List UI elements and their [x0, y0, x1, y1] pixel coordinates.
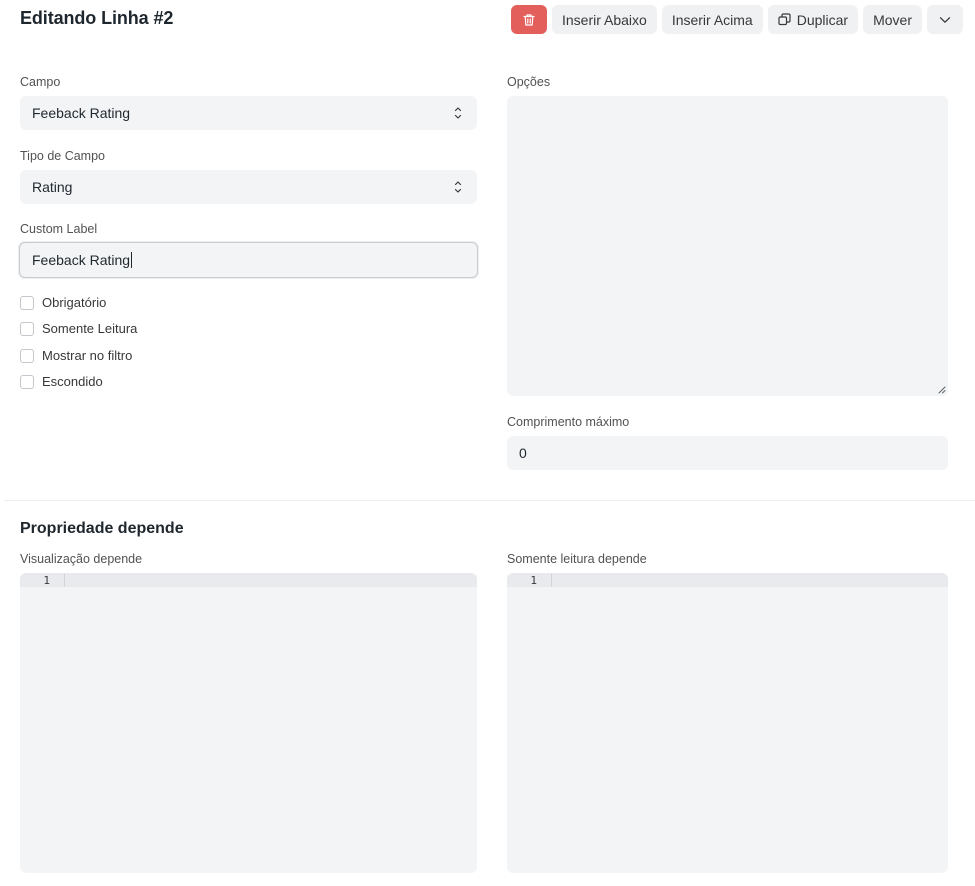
duplicate-label: Duplicar [796, 11, 849, 28]
custom-label-value: Feeback Rating [32, 252, 131, 268]
checkbox-box[interactable] [20, 321, 34, 336]
copy-icon [778, 13, 791, 26]
checkbox-label: Mostrar no filtro [42, 348, 133, 363]
checkbox-mostrar-no-filtro[interactable]: Mostrar no filtro [20, 348, 132, 363]
checkbox-box[interactable] [20, 374, 34, 389]
line-number: 1 [43, 574, 50, 587]
duplicate-button[interactable]: Duplicar [767, 5, 859, 34]
checkbox-label: Obrigatório [42, 295, 107, 310]
page-header: Editando Linha #2 Inserir Abaixo Inserir… [0, 0, 975, 40]
insert-above-button[interactable]: Inserir Acima [661, 5, 763, 34]
chevron-down-icon [939, 16, 951, 23]
visualizacao-depende-editor[interactable]: 1 [20, 573, 477, 873]
comprimento-maximo-value: 0 [519, 445, 527, 461]
tipo-campo-label: Tipo de Campo [20, 149, 105, 163]
delete-row-button[interactable] [510, 5, 547, 34]
campo-value: Feeback Rating [32, 105, 131, 121]
gutter-divider [551, 574, 552, 587]
trash-icon [523, 13, 535, 26]
section-title: Propriedade depende [20, 520, 184, 537]
opcoes-label: Opções [507, 75, 551, 89]
tipo-campo-value: Rating [32, 179, 73, 195]
custom-label-input[interactable]: Feeback Rating [19, 242, 478, 278]
checkbox-label: Somente Leitura [42, 321, 138, 336]
checkbox-escondido[interactable]: Escondido [20, 374, 103, 389]
campo-select[interactable]: Feeback Rating [20, 96, 477, 130]
chevron-updown-icon [454, 107, 462, 119]
checkbox-somente-leitura[interactable]: Somente Leitura [20, 321, 137, 336]
comprimento-maximo-label: Comprimento máximo [507, 415, 630, 429]
resize-handle-icon[interactable] [938, 386, 946, 394]
move-button[interactable]: Mover [863, 5, 922, 34]
more-actions-button[interactable] [927, 5, 963, 34]
checkbox-obrigatorio[interactable]: Obrigatório [20, 295, 106, 310]
somente-leitura-depende-editor[interactable]: 1 [507, 573, 948, 873]
section-divider [4, 500, 975, 501]
visualizacao-depende-label: Visualização depende [20, 552, 143, 566]
tipo-campo-select[interactable]: Rating [20, 170, 477, 204]
comprimento-maximo-input[interactable]: 0 [507, 436, 948, 470]
gutter-divider [64, 574, 65, 587]
page-title: Editando Linha #2 [20, 8, 174, 28]
checkbox-label: Escondido [42, 374, 103, 389]
active-line-highlight [20, 573, 477, 587]
active-line-highlight [507, 573, 948, 587]
insert-below-button[interactable]: Inserir Abaixo [551, 5, 657, 34]
opcoes-textarea[interactable] [507, 96, 948, 396]
row-toolbar: Inserir Abaixo Inserir Acima Duplicar Mo… [510, 5, 963, 34]
text-caret [131, 252, 133, 268]
somente-leitura-depende-label: Somente leitura depende [507, 552, 647, 566]
checkbox-box[interactable] [20, 295, 34, 310]
campo-label: Campo [20, 75, 61, 89]
custom-label-label: Custom Label [20, 222, 98, 236]
line-number: 1 [530, 574, 537, 587]
checkbox-box[interactable] [20, 348, 34, 363]
chevron-updown-icon [454, 181, 462, 193]
